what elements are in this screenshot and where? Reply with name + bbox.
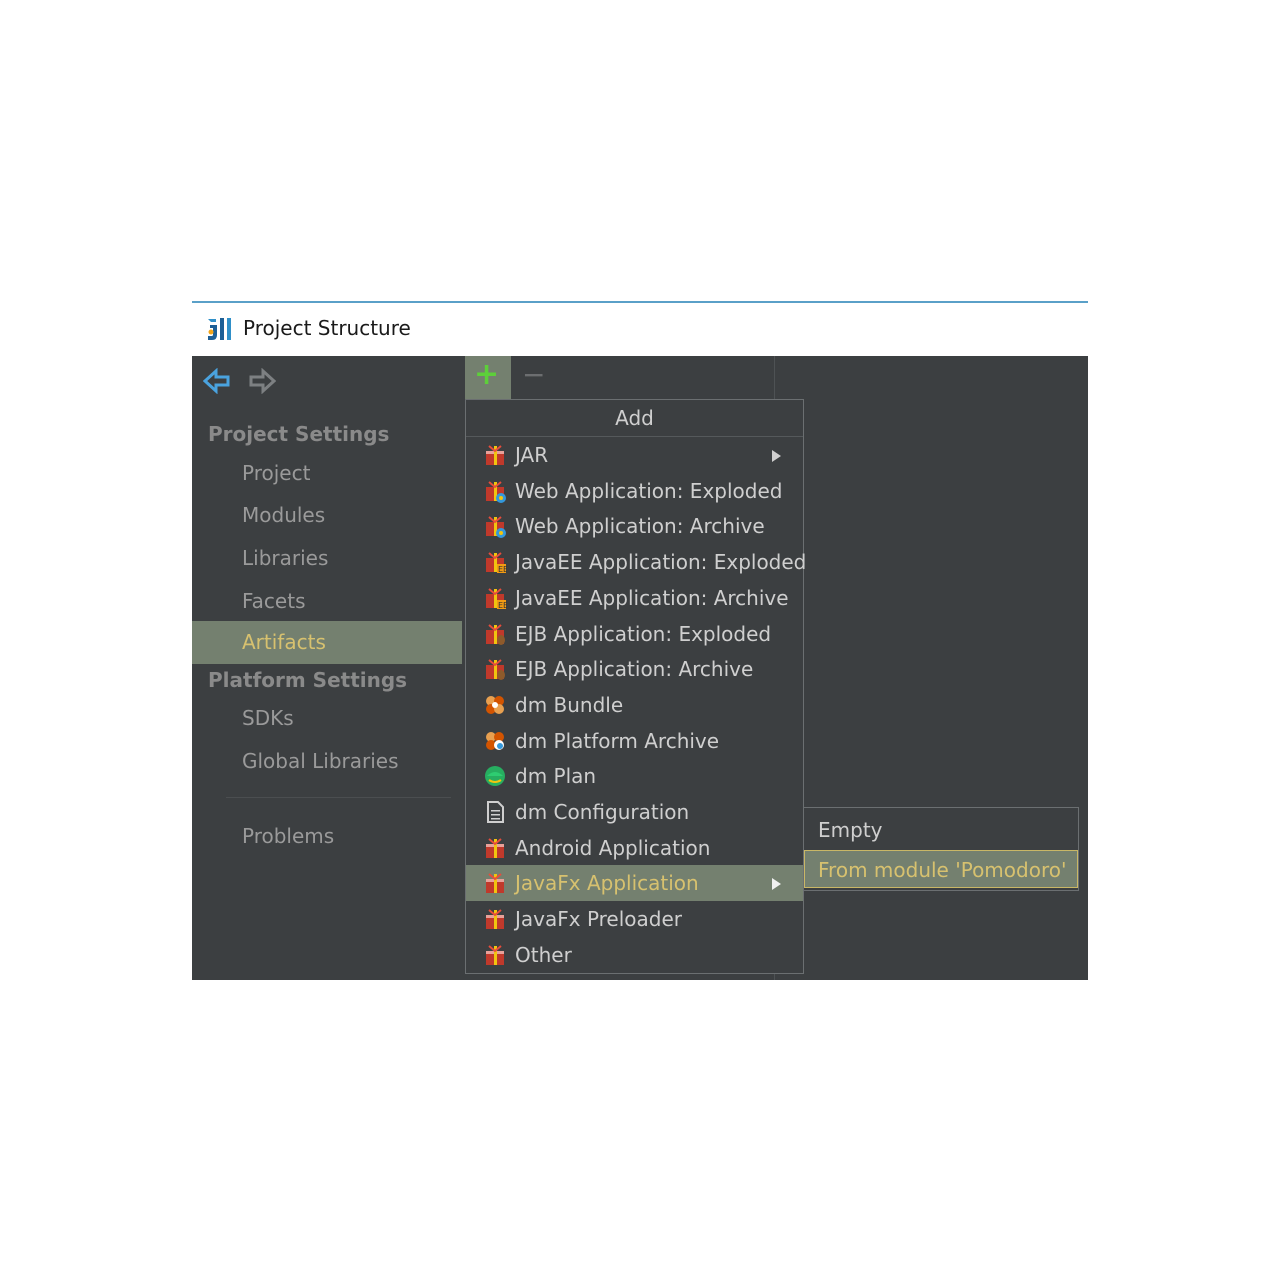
svg-text:EE: EE — [498, 565, 507, 574]
artifact-icon — [486, 445, 504, 465]
sidebar-item-label: Artifacts — [242, 630, 326, 654]
menu-item-javaee-application-archive[interactable]: EE JavaEE Application: Archive — [466, 580, 803, 616]
add-menu: Add JAR Web Application: Exploded Web Appl… — [465, 399, 807, 974]
menu-item-javafx-preloader[interactable]: JavaFx Preloader — [466, 901, 803, 937]
sidebar-item-global-libraries[interactable]: Global Libraries — [192, 740, 462, 782]
platform-archive-icon — [486, 731, 504, 750]
menu-item-label: EJB Application: Archive — [515, 657, 754, 682]
javaee-artifact-icon: EE — [486, 588, 507, 610]
plan-icon — [485, 766, 505, 787]
menu-item-label: EJB Application: Exploded — [515, 621, 772, 646]
menu-item-dm-platform-archive[interactable]: dm Platform Archive — [466, 723, 803, 759]
ejb-artifact-icon — [486, 623, 505, 645]
menu-item-dm-configuration[interactable]: dm Configuration — [466, 794, 803, 830]
menu-item-label: Web Application: Archive — [515, 514, 765, 539]
sidebar-item-artifacts[interactable]: Artifacts — [192, 621, 462, 664]
submenu-arrow-icon — [772, 450, 781, 462]
submenu-item-label: Empty — [818, 818, 883, 842]
project-structure-window: Project Structure Project Settings Proje… — [192, 301, 1088, 980]
menu-item-android-application[interactable]: Android Application — [466, 830, 803, 866]
menu-item-other[interactable]: Other — [466, 937, 803, 973]
menu-item-web-application-exploded[interactable]: Web Application: Exploded — [466, 473, 803, 509]
sidebar-item-modules[interactable]: Modules — [192, 494, 462, 536]
sidebar-item-label: Project — [242, 461, 311, 485]
menu-item-label: dm Configuration — [515, 800, 690, 824]
sidebar: Project Settings Project Modules Librari… — [192, 356, 465, 980]
plus-icon: + — [474, 357, 500, 392]
artifact-icon — [486, 873, 504, 894]
menu-item-label: JAR — [515, 443, 549, 467]
menu-header: Add — [466, 400, 803, 437]
artifact-icon — [486, 945, 504, 965]
sidebar-item-label: Libraries — [242, 546, 329, 570]
menu-item-label: JavaFx Preloader — [515, 907, 683, 932]
arrow-left-icon[interactable] — [203, 368, 231, 394]
menu-item-ejb-application-archive[interactable]: EJB Application: Archive — [466, 651, 803, 687]
menu-item-label: dm Platform Archive — [515, 728, 720, 753]
menu-item-label: JavaEE Application: Exploded — [515, 550, 807, 575]
sidebar-item-libraries[interactable]: Libraries — [192, 537, 462, 579]
submenu-arrow-icon — [772, 878, 781, 891]
menu-item-label: Web Application: Exploded — [515, 478, 783, 503]
menu-item-label: Other — [515, 942, 572, 967]
sidebar-item-label: Facets — [242, 589, 306, 613]
sidebar-divider — [226, 797, 451, 798]
sidebar-item-label: Modules — [242, 503, 326, 527]
submenu-item-label: From module 'Pomodoro' — [818, 858, 1067, 882]
artifact-icon — [486, 909, 504, 930]
menu-item-web-application-archive[interactable]: Web Application: Archive — [466, 508, 803, 544]
menu-header-label: Add — [615, 406, 654, 430]
menu-item-label: dm Bundle — [515, 692, 624, 717]
sidebar-item-label: Problems — [242, 824, 335, 848]
remove-button[interactable]: − — [512, 356, 552, 400]
menu-item-label: JavaFx Application — [515, 871, 699, 896]
section-project-settings: Project Settings — [208, 422, 390, 446]
web-artifact-icon — [486, 516, 506, 539]
menu-item-jar[interactable]: JAR — [466, 437, 803, 473]
sidebar-item-label: Global Libraries — [242, 749, 399, 773]
menu-item-ejb-application-exploded[interactable]: EJB Application: Exploded — [466, 616, 803, 652]
menu-item-javafx-application[interactable]: JavaFx Application — [466, 865, 803, 902]
window-title: Project Structure — [243, 316, 411, 340]
web-artifact-icon — [486, 480, 506, 503]
arrow-right-icon[interactable] — [248, 368, 276, 394]
artifact-icon — [486, 837, 504, 858]
sidebar-item-problems[interactable]: Problems — [192, 815, 462, 857]
javaee-artifact-icon: EE — [486, 552, 507, 574]
add-button[interactable]: + — [465, 356, 511, 400]
menu-item-label: JavaEE Application: Archive — [515, 585, 789, 610]
sidebar-item-facets[interactable]: Facets — [192, 580, 462, 622]
submenu-item-from-module[interactable]: From module 'Pomodoro' — [804, 850, 1078, 888]
document-icon — [487, 801, 504, 823]
minus-icon: − — [522, 358, 546, 391]
ejb-artifact-icon — [486, 659, 505, 681]
sidebar-item-sdks[interactable]: SDKs — [192, 697, 462, 739]
svg-text:EE: EE — [498, 601, 507, 610]
sidebar-item-label: SDKs — [242, 706, 294, 730]
javafx-submenu: Empty From module 'Pomodoro' — [803, 807, 1079, 891]
submenu-item-empty[interactable]: Empty — [804, 810, 1078, 848]
menu-item-label: dm Plan — [515, 764, 597, 789]
menu-item-dm-plan[interactable]: dm Plan — [466, 758, 803, 794]
title-bar: Project Structure — [192, 303, 1088, 356]
bundle-icon — [486, 695, 504, 714]
intellij-app-icon — [206, 315, 234, 343]
sidebar-item-project[interactable]: Project — [192, 452, 462, 494]
section-platform-settings: Platform Settings — [208, 668, 408, 692]
menu-item-javaee-application-exploded[interactable]: EE JavaEE Application: Exploded — [466, 544, 807, 580]
menu-item-label: Android Application — [515, 835, 711, 860]
menu-item-dm-bundle[interactable]: dm Bundle — [466, 687, 803, 723]
